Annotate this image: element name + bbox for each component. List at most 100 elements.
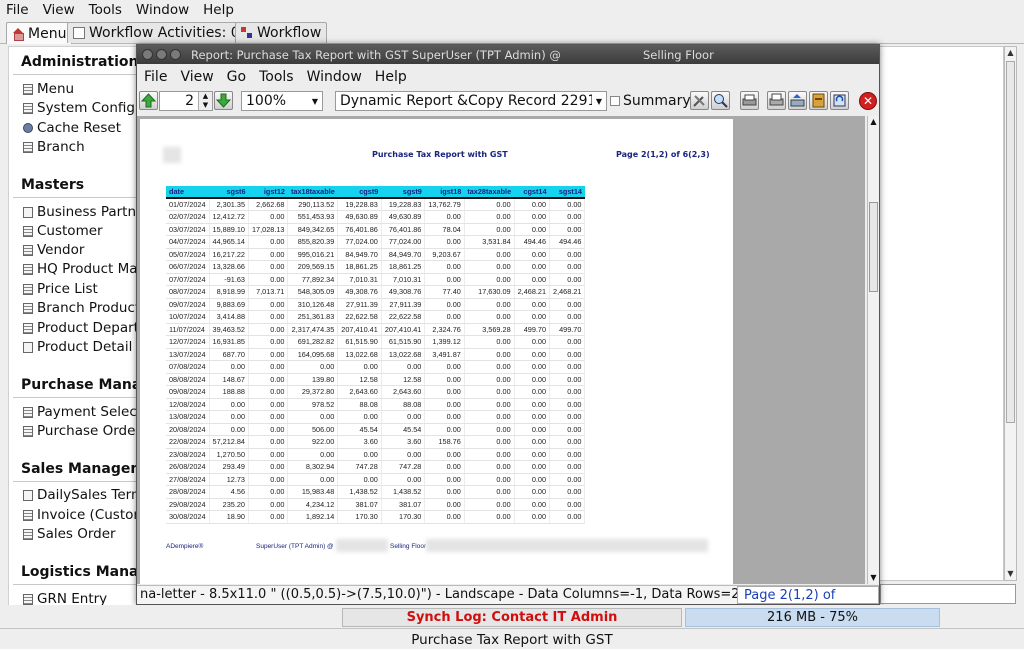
table-cell: 0.00: [248, 310, 289, 324]
sidebar-item-product-department[interactable]: Product Departi: [23, 320, 137, 336]
menu-window[interactable]: Window: [136, 2, 189, 18]
table-cell: 77,024.00: [337, 235, 382, 249]
find-button[interactable]: [711, 91, 730, 110]
sidebar-item-product-detail[interactable]: Product Detail: [23, 339, 132, 355]
memory-indicator[interactable]: 216 MB - 75%: [685, 608, 940, 627]
table-cell: 0.00: [248, 448, 289, 461]
print-button[interactable]: [740, 91, 759, 110]
table-row: 28/08/2024 4.56 0.00 15,983.48 1,438.52 1,438…: [166, 485, 586, 499]
main-scrollbar[interactable]: ▲ ▼: [1004, 46, 1017, 581]
export-button[interactable]: [809, 91, 828, 110]
sidebar-item-grn-entry[interactable]: GRN Entry: [23, 591, 107, 605]
report-view-select[interactable]: Dynamic Report &Copy Record 2291032 ▼: [335, 91, 607, 111]
table-cell: 0.00: [549, 335, 586, 349]
report-window: Report: Purchase Tax Report with GST Sup…: [136, 44, 880, 620]
customize-button[interactable]: [690, 91, 709, 110]
table-cell: 494.46: [514, 235, 551, 249]
sidebar-item-business-partner[interactable]: Business Partne: [23, 204, 137, 220]
scroll-down-icon[interactable]: ▼: [1005, 568, 1016, 580]
sidebar-item-branch-product[interactable]: Branch Product: [23, 300, 137, 316]
archive-button[interactable]: [788, 91, 807, 110]
list-icon: [73, 27, 85, 39]
window-menu-tools[interactable]: Tools: [259, 69, 294, 85]
table-cell: 0.00: [337, 448, 382, 461]
app-menubar: File View Tools Window Help: [0, 0, 1024, 19]
menu-file[interactable]: File: [6, 2, 29, 18]
scroll-down-icon[interactable]: ▼: [868, 572, 879, 584]
maximize-window-icon[interactable]: [170, 49, 181, 60]
sidebar-item-system-config[interactable]: System Configu: [23, 100, 137, 116]
menu-help[interactable]: Help: [203, 2, 234, 18]
table-cell: 0.00: [464, 498, 515, 511]
tab-workflow-activities[interactable]: Workflow Activities: 0: [67, 22, 246, 43]
sidebar-item-branch[interactable]: Branch: [23, 139, 85, 155]
table-cell: 0.00: [464, 398, 515, 411]
scroll-up-icon[interactable]: ▲: [868, 116, 879, 128]
window-menu-window[interactable]: Window: [307, 69, 362, 85]
table-cell: 855,820.39: [287, 235, 339, 249]
printer-preview-icon: [769, 93, 784, 106]
next-page-button[interactable]: [214, 91, 233, 110]
table-cell: 13/08/2024: [166, 410, 210, 424]
window-title-location: Selling Floor: [643, 48, 714, 62]
table-cell: 0.00: [464, 210, 515, 224]
sidebar-item-cache-reset[interactable]: Cache Reset: [23, 120, 121, 136]
previous-page-button[interactable]: [139, 91, 158, 110]
refresh-button[interactable]: [830, 91, 849, 110]
table-cell: 1,438.52: [337, 485, 382, 499]
scroll-up-icon[interactable]: ▲: [1005, 47, 1016, 59]
sidebar-item-hq-product[interactable]: HQ Product Mas: [23, 261, 137, 277]
sidebar-item-customer[interactable]: Customer: [23, 223, 103, 239]
table-cell: 0.00: [337, 473, 382, 486]
table-cell: 23/08/2024: [166, 448, 210, 461]
sidebar-item-vendor[interactable]: Vendor: [23, 242, 84, 258]
window-menu-view[interactable]: View: [180, 69, 213, 85]
tab-menu[interactable]: Menu: [6, 22, 73, 44]
report-scrollbar[interactable]: ▲ ▼: [867, 116, 879, 584]
minimize-window-icon[interactable]: [156, 49, 167, 60]
sidebar-item-price-list[interactable]: Price List: [23, 281, 98, 297]
window-menu-help[interactable]: Help: [375, 69, 407, 85]
tab-workflow[interactable]: Workflow: [235, 22, 328, 43]
table-cell: 0.00: [549, 385, 586, 399]
sidebar-item-payment-selection[interactable]: Payment Select: [23, 404, 137, 420]
section-administration: Administration: [21, 54, 138, 70]
sidebar-item-dailysales-terminal[interactable]: DailySales Term: [23, 487, 137, 503]
table-cell: 27/08/2024: [166, 473, 210, 486]
scroll-thumb[interactable]: [869, 202, 878, 292]
divider: [13, 397, 137, 398]
page-number-spinner[interactable]: 2 ▲ ▼: [159, 91, 213, 111]
chevron-down-icon[interactable]: ▼: [308, 92, 322, 110]
close-window-icon[interactable]: [142, 49, 153, 60]
sidebar-item-purchase-order[interactable]: Purchase Order: [23, 423, 137, 439]
table-cell: 0.00: [549, 398, 586, 411]
table-row: 20/08/2024 0.00 0.00 506.00 45.54 45.54 0.00 0.…: [166, 423, 586, 436]
workflow-icon: [241, 27, 253, 39]
window-menu-file[interactable]: File: [144, 69, 167, 85]
table-cell: 0.00: [514, 385, 551, 399]
table-cell: 0.00: [337, 410, 382, 424]
sidebar-item-sales-order[interactable]: Sales Order: [23, 526, 116, 542]
menu-view[interactable]: View: [43, 2, 75, 18]
table-cell: 17,028.13: [248, 223, 289, 236]
summary-checkbox[interactable]: [610, 96, 620, 106]
spinner-arrows-icon[interactable]: ▲ ▼: [198, 92, 212, 110]
table-row: 13/07/2024 687.70 0.00 164,095.68 13,022.68 1…: [166, 348, 586, 361]
window-menubar: File View Go Tools Window Help: [137, 66, 879, 88]
table-cell: 0.00: [248, 273, 289, 286]
sidebar-item-menu[interactable]: Menu: [23, 81, 74, 97]
synch-log-status[interactable]: Synch Log: Contact IT Admin: [342, 608, 682, 627]
table-cell: 0.00: [381, 360, 426, 374]
table-cell: 77,892.34: [287, 273, 339, 286]
send-mail-button[interactable]: [767, 91, 786, 110]
scroll-thumb[interactable]: [1006, 61, 1015, 423]
zoom-select[interactable]: 100% ▼: [241, 91, 323, 111]
sidebar-item-invoice-customer[interactable]: Invoice (Custon: [23, 507, 137, 523]
document-icon: [23, 83, 33, 95]
close-icon[interactable]: ✕: [859, 92, 877, 110]
menu-tools[interactable]: Tools: [89, 2, 122, 18]
chevron-down-icon[interactable]: ▼: [592, 92, 606, 110]
window-menu-go[interactable]: Go: [227, 69, 246, 85]
table-cell: 0.00: [549, 310, 586, 324]
table-cell: 0.00: [464, 248, 515, 261]
